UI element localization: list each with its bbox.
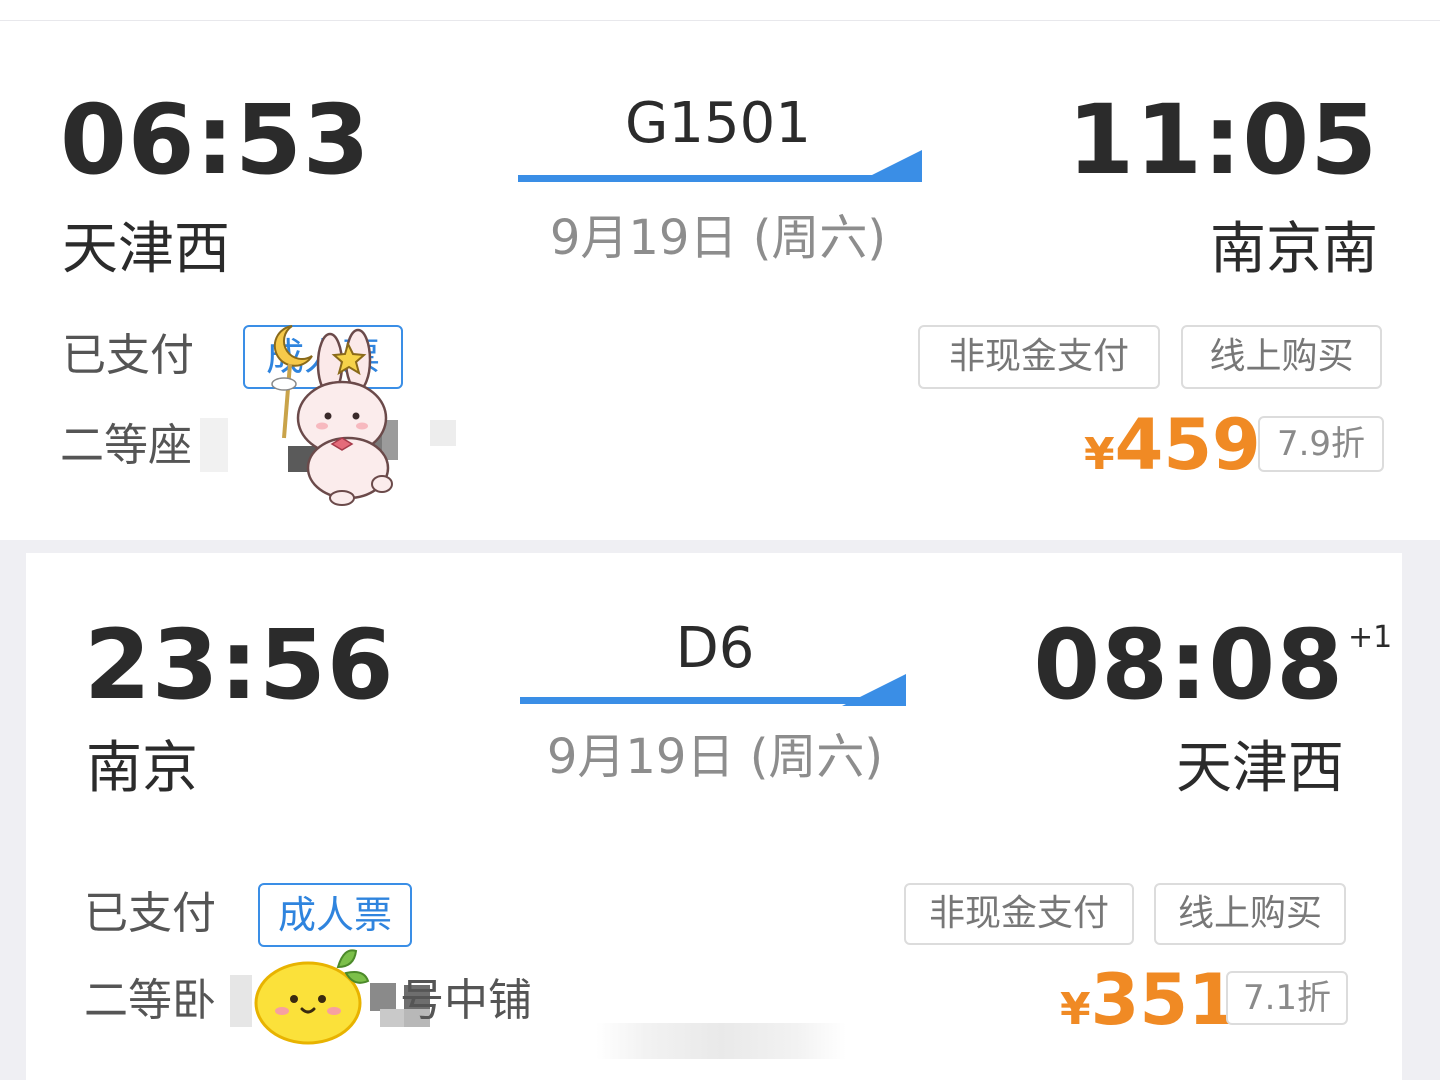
depart-time: 23:56	[84, 609, 395, 721]
payment-method-tag: 非现金支付	[904, 883, 1134, 945]
trip-card-2[interactable]: 23:56 南京 D6 9月19日 (周六) 08:08 +1 天津西 已支付 …	[26, 553, 1402, 1080]
arrive-time: 08:08	[1033, 609, 1344, 721]
seat-detail: 号中铺	[400, 975, 532, 1026]
train-number: D6	[675, 616, 755, 681]
discount-badge: 7.9折	[1258, 416, 1384, 472]
ticket-price: ¥351	[1060, 965, 1237, 1035]
trip-card-1[interactable]: 06:53 天津西 G1501 9月19日 (周六) 11:05 南京南 已支付…	[0, 0, 1440, 540]
watermark	[596, 1023, 846, 1059]
divider	[0, 20, 1440, 21]
arrive-time: 11:05	[1067, 84, 1378, 196]
purchase-channel-tag: 线上购买	[1154, 883, 1346, 945]
currency-symbol: ¥	[1060, 984, 1091, 1035]
seat-class: 二等卧	[84, 975, 216, 1026]
payment-method-tag: 非现金支付	[918, 325, 1160, 389]
discount-badge: 7.1折	[1226, 971, 1348, 1025]
payment-status: 已支付	[62, 330, 194, 381]
currency-symbol: ¥	[1084, 429, 1115, 480]
purchase-channel-tag: 线上购买	[1181, 325, 1382, 389]
ticket-price: ¥459	[1084, 410, 1261, 480]
depart-station: 南京	[86, 736, 198, 801]
seat-class: 二等座	[60, 420, 192, 471]
train-number: G1501	[625, 91, 811, 156]
travel-date: 9月19日 (周六)	[549, 210, 887, 266]
payment-status: 已支付	[84, 888, 216, 939]
depart-station: 天津西	[62, 217, 230, 282]
next-day-indicator: +1	[1348, 620, 1393, 655]
ticket-type-badge: 成人票	[258, 883, 412, 947]
arrow-right-icon	[518, 150, 922, 186]
travel-date: 9月19日 (周六)	[546, 729, 884, 785]
price-amount: 459	[1114, 404, 1261, 486]
arrive-station: 天津西	[1176, 736, 1344, 801]
arrow-right-icon	[520, 674, 906, 708]
bunny-sticker-icon	[271, 325, 393, 506]
arrive-station: 南京南	[1210, 217, 1378, 282]
depart-time: 06:53	[60, 84, 371, 196]
lemon-sticker-icon	[254, 949, 370, 1045]
price-amount: 351	[1090, 959, 1237, 1041]
